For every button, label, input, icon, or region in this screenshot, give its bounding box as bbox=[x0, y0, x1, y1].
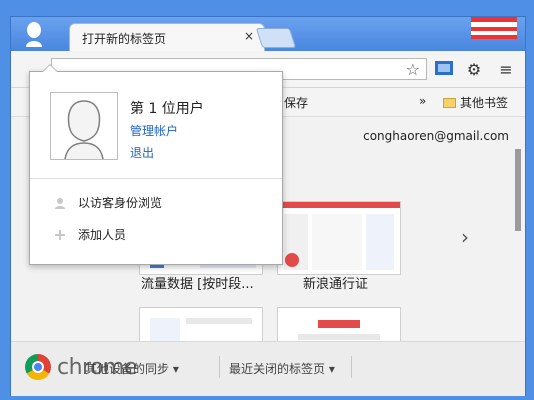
divider bbox=[351, 356, 352, 378]
most-visited-thumbnail-2[interactable] bbox=[277, 201, 401, 275]
tab-title: 打开新的标签页 bbox=[82, 32, 167, 46]
browse-as-guest-item[interactable]: 以访客身份浏览 bbox=[54, 194, 162, 211]
logout-link[interactable]: 退出 bbox=[130, 144, 154, 161]
bookmark-star-icon[interactable]: ☆ bbox=[406, 60, 420, 79]
user-avatar bbox=[50, 92, 118, 160]
user-name: 第 1 位用户 bbox=[130, 101, 204, 117]
other-bookmarks-button[interactable]: 其他书签 bbox=[443, 94, 508, 111]
new-tab-button[interactable] bbox=[255, 28, 297, 48]
folder-icon bbox=[443, 97, 456, 108]
profile-menu-popup: 第 1 位用户 管理帐户 退出 以访客身份浏览 添加人员 bbox=[29, 64, 283, 265]
gear-icon[interactable]: ⚙ bbox=[463, 58, 485, 80]
bookmark-save-label: 保存 bbox=[284, 96, 309, 110]
next-page-arrow-icon[interactable]: › bbox=[461, 225, 469, 249]
flag-decoration bbox=[471, 17, 517, 39]
account-email[interactable]: conghaoren@gmail.com bbox=[363, 129, 509, 143]
person-silhouette-icon bbox=[26, 22, 42, 47]
browse-as-guest-label: 以访客身份浏览 bbox=[78, 196, 163, 210]
popup-pointer bbox=[42, 64, 58, 72]
person-silhouette-icon bbox=[51, 93, 117, 160]
browser-window: 打开新的标签页 × ☆ ⚙ ≡ 保存 » 其他书签 conghaoren@gma… bbox=[10, 16, 526, 396]
add-person-label: 添加人员 bbox=[78, 228, 127, 242]
bottom-bar: chrome 其他设备的同步 ▾ 最近关闭的标签页 ▾ bbox=[11, 341, 525, 396]
other-devices-sync-button[interactable]: 其他设备的同步 ▾ bbox=[85, 360, 179, 377]
add-person-icon bbox=[54, 229, 66, 241]
tab-new-tab[interactable]: 打开新的标签页 × bbox=[69, 23, 265, 51]
profile-avatar-button[interactable] bbox=[23, 21, 45, 47]
other-bookmarks-label: 其他书签 bbox=[460, 96, 509, 110]
divider bbox=[219, 356, 220, 378]
cast-icon[interactable] bbox=[433, 58, 455, 80]
thumbnail-label-2[interactable]: 新浪通行证 bbox=[303, 273, 453, 292]
add-person-item[interactable]: 添加人员 bbox=[54, 226, 126, 243]
recently-closed-tabs-button[interactable]: 最近关闭的标签页 ▾ bbox=[229, 360, 335, 377]
hamburger-menu-icon[interactable]: ≡ bbox=[495, 58, 517, 80]
bookmarks-more-button[interactable]: » bbox=[419, 94, 426, 108]
manage-account-link[interactable]: 管理帐户 bbox=[130, 122, 178, 139]
guest-icon bbox=[54, 197, 66, 209]
thumbnail-preview-2 bbox=[278, 202, 400, 274]
title-bar: 打开新的标签页 × bbox=[11, 17, 525, 51]
close-icon[interactable]: × bbox=[244, 29, 254, 43]
desktop-frame: 打开新的标签页 × ☆ ⚙ ≡ 保存 » 其他书签 conghaoren@gma… bbox=[0, 0, 534, 400]
popup-divider bbox=[30, 178, 282, 179]
scrollbar[interactable] bbox=[515, 149, 521, 231]
thumbnail-label-1[interactable]: 流量数据 [按时段... bbox=[141, 273, 291, 292]
chrome-logo-icon bbox=[25, 354, 51, 380]
